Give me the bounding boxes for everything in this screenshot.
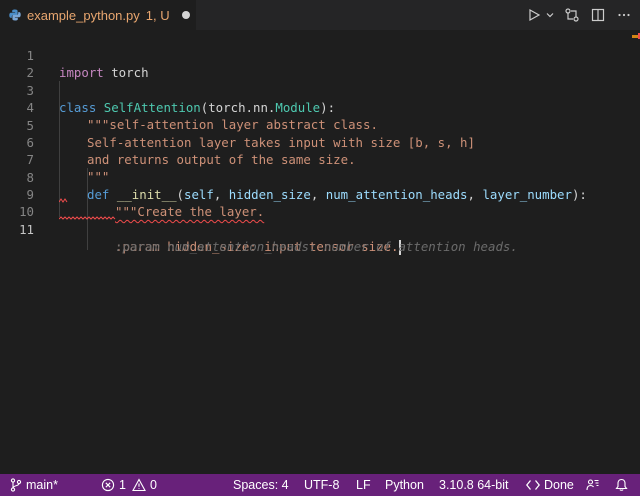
code-line: 9 """Create the layer. — [0, 169, 632, 219]
encoding-label: UTF-8 — [304, 478, 340, 492]
error-squiggle — [59, 198, 68, 203]
status-bar: main* 1 0 Spaces: 4 UTF-8 LF Python 3.10… — [0, 474, 640, 496]
code-line: 3 class SelfAttention(torch.nn.Module): — [0, 65, 632, 115]
code-editor[interactable]: 1 import torch 2 3 class SelfAttention(t… — [0, 30, 632, 474]
ghost-text-suggestion[interactable]: :param num_attention_heads: number of at… — [115, 238, 518, 255]
code-line: 1 import torch — [0, 30, 632, 80]
error-icon — [101, 478, 115, 492]
problems-indicator[interactable]: 1 0 — [101, 474, 157, 496]
inline-suggestion: :param num_attention_heads: number of at… — [0, 221, 632, 254]
feedback-icon — [586, 479, 599, 491]
tab-status: 1, U — [145, 7, 170, 23]
warning-count: 0 — [149, 478, 157, 492]
code-line: 5 Self-attention layer takes input with … — [0, 100, 632, 150]
spaces-label: Spaces: 4 — [233, 478, 289, 492]
eol-label: LF — [356, 478, 371, 492]
code-line: 6 and returns output of the same size. — [0, 117, 632, 167]
code-line: 8 def __init__(self, hidden_size, num_at… — [0, 152, 632, 202]
code-line: 7 """ — [0, 134, 632, 184]
code-line: 10 — [0, 186, 632, 219]
code-line: 4 """self-attention layer abstract class… — [0, 82, 632, 132]
unsaved-dot-icon[interactable] — [181, 11, 190, 19]
git-branch-icon — [10, 478, 22, 492]
language-mode-selector[interactable]: Python — [385, 474, 424, 496]
branch-indicator[interactable]: main* — [10, 474, 58, 496]
bell-icon — [615, 478, 628, 491]
done-indicator[interactable]: Done — [526, 474, 574, 496]
branch-name: main* — [26, 478, 58, 492]
more-actions-icon[interactable] — [614, 5, 634, 25]
indentation-selector[interactable]: Spaces: 4 — [233, 474, 289, 496]
cursor-marker — [632, 35, 638, 38]
encoding-selector[interactable]: UTF-8 — [304, 474, 339, 496]
tab-filename: example_python.py — [27, 7, 140, 23]
code-line: 2 — [0, 47, 632, 80]
split-editor-icon[interactable] — [588, 5, 608, 25]
editor-actions — [521, 0, 640, 30]
compare-changes-icon[interactable] — [562, 5, 582, 25]
tab-bar: example_python.py 1, U — [0, 0, 640, 30]
feedback-button[interactable] — [586, 474, 604, 496]
chevron-down-icon[interactable] — [545, 5, 555, 25]
notifications-button[interactable] — [615, 474, 632, 496]
interpreter-selector[interactable]: 3.10.8 64-bit — [439, 474, 509, 496]
editor-tab[interactable]: example_python.py 1, U — [0, 0, 196, 30]
run-icon[interactable] — [524, 5, 544, 25]
interpreter-label: 3.10.8 64-bit — [439, 478, 509, 492]
code-braces-icon — [526, 480, 540, 490]
language-label: Python — [385, 478, 424, 492]
overview-ruler[interactable] — [632, 30, 640, 474]
done-label: Done — [544, 478, 574, 492]
warning-icon — [132, 478, 146, 492]
eol-selector[interactable]: LF — [356, 474, 371, 496]
error-count: 1 — [119, 478, 126, 492]
python-file-icon — [9, 9, 21, 21]
error-squiggle — [59, 216, 116, 220]
